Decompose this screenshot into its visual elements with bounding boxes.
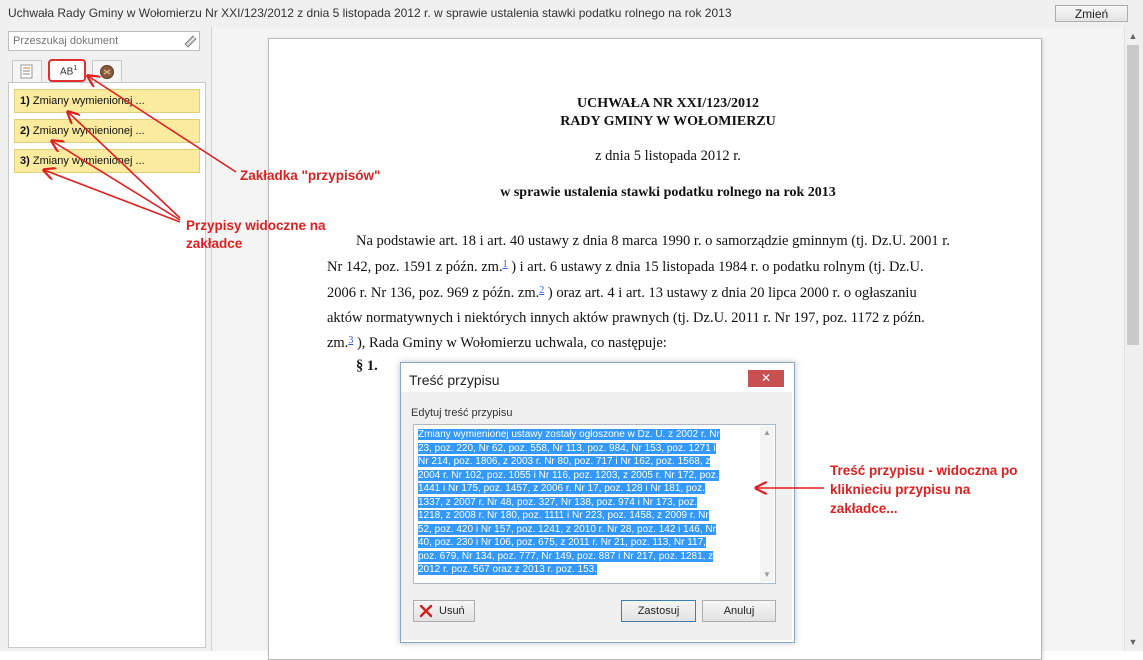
doc-heading-1: UCHWAŁA NR XXI/123/2012: [576, 96, 759, 111]
doc-body-line-2: Nr 142, poz. 1591 z późn. zm.1 ) i art. …: [327, 259, 924, 276]
delete-button[interactable]: Usuń: [413, 600, 475, 622]
edit-label: Edytuj treść przypisu: [411, 407, 513, 419]
footnote-icon: AB1: [60, 65, 77, 77]
footnote-number: 1): [20, 95, 30, 107]
scroll-up-icon[interactable]: ▲: [1127, 30, 1139, 42]
footnote-text-line: 40, poz. 230 i Nr 106, poz. 675, z 2011 …: [418, 537, 706, 548]
tab-notes[interactable]: [92, 60, 122, 82]
doc-text-segment: ) i art. 6 ustawy z dnia 15 listopada 19…: [507, 259, 924, 275]
footnote-tab-sup: 1: [73, 65, 78, 72]
footnote-text-line: Nr 214, poz. 1806, z 2003 r. Nr 80, poz.…: [418, 456, 711, 467]
footnote-label: Zmiany wymienionej ...: [32, 125, 145, 137]
search-box: [8, 31, 200, 51]
annotation-content-note-line3: zakładce...: [830, 501, 898, 516]
text-area-scrollbar[interactable]: ▲ ▼: [760, 426, 774, 582]
doc-text-segment: zm.: [327, 335, 349, 351]
dialog-title: Treść przypisu: [409, 372, 500, 388]
paragraph-mark: § 1.: [356, 358, 378, 374]
footnote-text-line: 2012 r. poz. 567 oraz z 2013 r. poz. 153…: [418, 564, 598, 575]
footnote-number: 3): [20, 155, 30, 167]
footnote-text-line: poz. 679, Nr 134, poz. 777, Nr 149, poz.…: [418, 550, 714, 562]
annotation-list-note-line1: Przypisy widoczne na: [186, 218, 326, 233]
search-icon[interactable]: [183, 33, 199, 49]
footnote-label: Zmiany wymienionej ...: [32, 95, 145, 107]
doc-text-segment: 2006 r. Nr 136, poz. 969 z późn. zm.: [327, 285, 540, 301]
doc-subject: w sprawie ustalenia stawki podatku rolne…: [500, 185, 836, 200]
scroll-up-icon[interactable]: ▲: [763, 428, 771, 437]
change-button[interactable]: Zmień: [1055, 5, 1128, 22]
footnote-text-line: 1218, z 2008 r. Nr 180, poz. 1111 i Nr 2…: [418, 510, 709, 521]
footnote-text-line: Zmiany wymienionej ustawy zostały ogłosz…: [418, 429, 720, 440]
annotation-list-note-line2: zakładce: [186, 236, 243, 251]
doc-body-line-3: 2006 r. Nr 136, poz. 969 z późn. zm.2 ) …: [327, 285, 917, 302]
doc-text-segment: ), Rada Gminy w Wołomierzu uchwala, co n…: [353, 335, 667, 351]
annotation-content-note-line1: Treść przypisu - widoczna po: [830, 463, 1018, 478]
footnote-item-3[interactable]: 3) Zmiany wymienionej ...: [14, 149, 200, 173]
footnote-item-1[interactable]: 1) Zmiany wymienionej ...: [14, 89, 200, 113]
footnote-number: 2): [20, 125, 30, 137]
delete-label: Usuń: [439, 605, 465, 617]
footnote-text-line: 23, poz. 220, Nr 62, poz. 558, Nr 113, p…: [418, 442, 716, 454]
search-input[interactable]: [9, 32, 182, 50]
annotation-content-note-line2: kliknieciu przypisu na: [830, 482, 971, 497]
cancel-button[interactable]: Anuluj: [702, 600, 776, 622]
tab-footnotes[interactable]: AB1: [48, 59, 86, 82]
scroll-down-icon[interactable]: ▼: [763, 570, 771, 579]
close-icon[interactable]: ✕: [748, 370, 784, 387]
doc-body-line-1: Na podstawie art. 18 i art. 40 ustawy z …: [356, 233, 950, 249]
footnote-label: Zmiany wymienionej ...: [32, 155, 145, 167]
footnote-text-line: 52, poz. 420 i Nr 157, poz. 1241, z 2010…: [418, 523, 716, 535]
footnote-text: Zmiany wymienionej ustawy zostały ogłosz…: [418, 428, 756, 577]
doc-text-segment: ) oraz art. 4 i art. 13 ustawy z dnia 20…: [544, 285, 917, 301]
document-list-icon: [20, 64, 33, 79]
doc-text-segment: Nr 142, poz. 1591 z późn. zm.: [327, 259, 503, 275]
footnote-text-line: 1441 i Nr 175, poz. 1457, z 2006 r. Nr 1…: [418, 483, 705, 494]
annotation-tab-note: Zakładka "przypisów": [240, 168, 381, 183]
footnote-text-line: 2004 r. Nr 102, poz. 1055 i Nr 116, poz.…: [418, 469, 719, 481]
tab-table-of-contents[interactable]: [12, 60, 42, 82]
window-title: Uchwała Rady Gminy w Wołomierzu Nr XXI/1…: [8, 6, 732, 20]
apply-button[interactable]: Zastosuj: [621, 600, 696, 622]
doc-body-line-4: aktów normatywnych i niektórych innych a…: [327, 310, 925, 326]
doc-date: z dnia 5 listopada 2012 r.: [595, 148, 741, 164]
title-bar: Uchwała Rady Gminy w Wołomierzu Nr XXI/1…: [0, 0, 1143, 28]
scroll-down-icon[interactable]: ▼: [1127, 636, 1139, 648]
footnote-text-line: 1337, z 2007 r. Nr 48, poz. 327, Nr 138,…: [418, 496, 698, 508]
notes-icon: [100, 65, 114, 79]
doc-heading-2: RADY GMINY W WOŁOMIERZU: [560, 114, 776, 129]
doc-body-line-5: zm.3 ), Rada Gminy w Wołomierzu uchwala,…: [327, 335, 667, 352]
delete-icon: [419, 604, 433, 618]
footnote-tab-label: AB: [60, 66, 74, 78]
footnote-item-2[interactable]: 2) Zmiany wymienionej ...: [14, 119, 200, 143]
scroll-thumb[interactable]: [1127, 45, 1139, 345]
